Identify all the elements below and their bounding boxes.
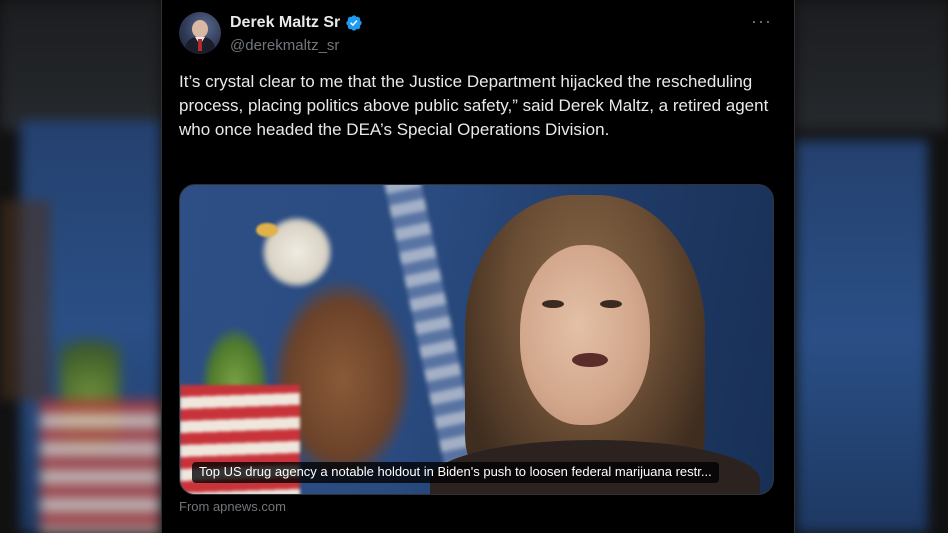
avatar[interactable] <box>179 12 221 54</box>
author-name-row: Derek Maltz Sr <box>230 14 363 32</box>
verified-badge-icon <box>346 15 362 31</box>
link-card-source[interactable]: From apnews.com <box>179 499 286 514</box>
blurred-background-right <box>796 0 948 533</box>
author-display-name[interactable]: Derek Maltz Sr <box>230 14 340 32</box>
tweet-card[interactable]: Derek Maltz Sr @derekmaltz_sr ··· It’s c… <box>161 0 795 533</box>
tweet-text: It’s crystal clear to me that the Justic… <box>179 72 769 139</box>
more-options-icon[interactable]: ··· <box>751 12 772 30</box>
link-card-image[interactable]: Top US drug agency a notable holdout in … <box>179 184 774 495</box>
screenshot-stage: Derek Maltz Sr @derekmaltz_sr ··· It’s c… <box>0 0 948 533</box>
author-handle[interactable]: @derekmaltz_sr <box>230 37 339 54</box>
blurred-background-left <box>0 0 161 533</box>
link-card-caption[interactable]: Top US drug agency a notable holdout in … <box>192 462 719 483</box>
